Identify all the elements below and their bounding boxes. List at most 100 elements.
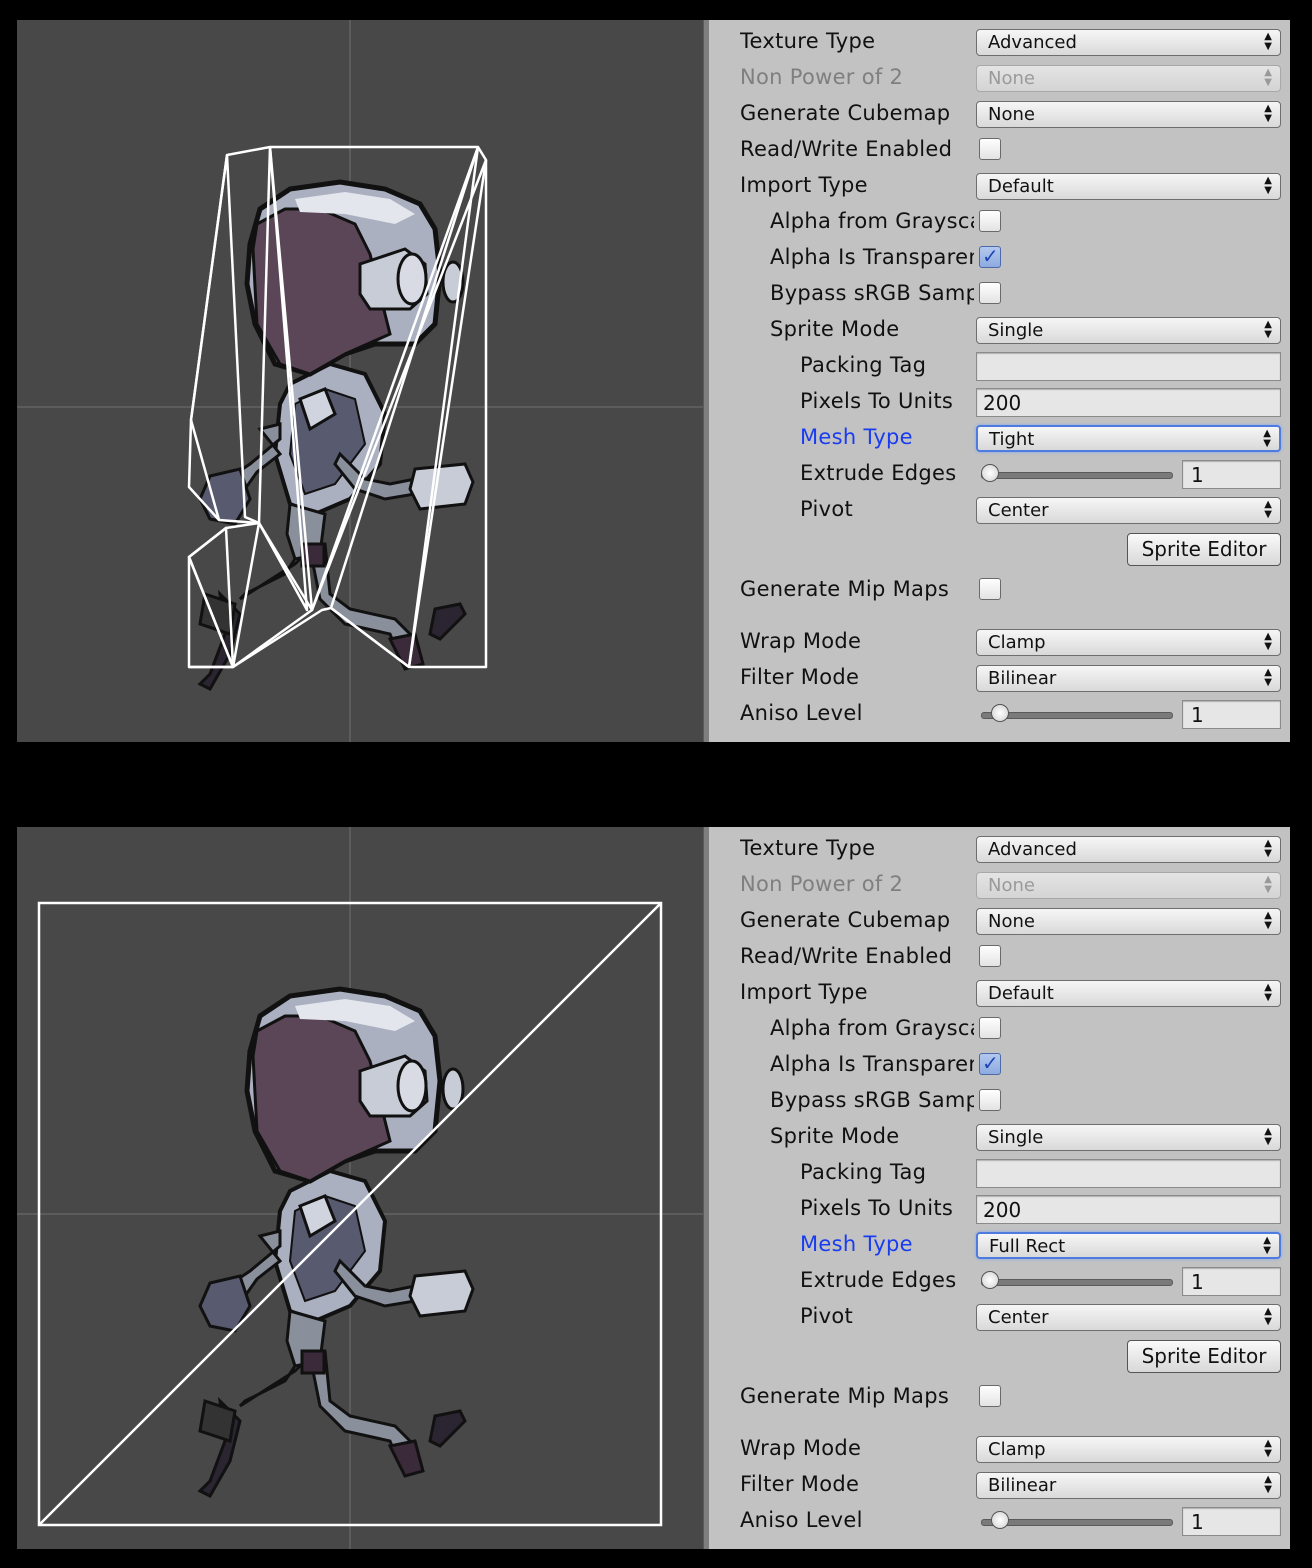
extrude-edges-input[interactable]: 1 xyxy=(1182,1267,1281,1296)
sprite-editor-button[interactable]: Sprite Editor xyxy=(1127,1340,1281,1373)
sprite-preview-viewport[interactable] xyxy=(17,20,703,742)
generate-cubemap-dropdown[interactable]: None ▲ ▼ xyxy=(976,908,1281,935)
import-type-dropdown[interactable]: Default ▲ ▼ xyxy=(976,980,1281,1007)
read-write-checkbox[interactable] xyxy=(979,138,1001,160)
alpha-is-transparency-checkbox[interactable]: ✓ xyxy=(979,1051,1001,1075)
row-alpha-from-grayscale: Alpha from Grayscale xyxy=(709,204,1290,240)
extrude-edges-input[interactable]: 1 xyxy=(1182,460,1281,489)
generate-mip-maps-checkbox[interactable] xyxy=(979,578,1001,600)
pixels-to-units-input[interactable]: 200 xyxy=(976,388,1281,417)
texture-import-inspector: Texture Type Advanced ▲ ▼ Non Power of 2 N… xyxy=(709,20,1290,742)
row-filter-mode: Filter Mode Bilinear ▲ ▼ xyxy=(709,660,1290,696)
extrude-edges-slider-knob[interactable] xyxy=(981,464,999,482)
row-packing-tag: Packing Tag xyxy=(709,1155,1290,1191)
row-import-type: Import Type Default ▲ ▼ xyxy=(709,975,1290,1011)
sprite-mode-dropdown[interactable]: Single ▲ ▼ xyxy=(976,317,1281,344)
alpha-from-grayscale-checkbox[interactable] xyxy=(979,1017,1001,1039)
texture-type-dropdown[interactable]: Advanced ▲ ▼ xyxy=(976,836,1281,863)
pivot-label: Pivot xyxy=(800,1304,854,1328)
aniso-level-label: Aniso Level xyxy=(740,1508,863,1532)
texture-type-dropdown[interactable]: Advanced ▲ ▼ xyxy=(976,29,1281,56)
row-sprite-mode: Sprite Mode Single ▲ ▼ xyxy=(709,312,1290,348)
generate-cubemap-label: Generate Cubemap xyxy=(740,908,951,932)
row-pixels-to-units: Pixels To Units 200 xyxy=(709,384,1290,420)
extrude-edges-slider[interactable] xyxy=(981,472,1173,479)
import-settings-full-rect: Texture Type Advanced ▲ ▼ Non Power of 2 N… xyxy=(0,807,1312,1549)
non-power-of-2-dropdown: None ▲ ▼ xyxy=(976,872,1281,899)
alpha-from-grayscale-label: Alpha from Grayscale xyxy=(770,209,974,233)
sprite-preview-viewport[interactable] xyxy=(17,827,703,1549)
aniso-level-slider[interactable] xyxy=(981,1519,1173,1526)
bypass-srgb-checkbox[interactable] xyxy=(979,1089,1001,1111)
row-packing-tag: Packing Tag xyxy=(709,348,1290,384)
row-wrap-mode: Wrap Mode Clamp ▲ ▼ xyxy=(709,624,1290,660)
aniso-level-label: Aniso Level xyxy=(740,701,863,725)
row-wrap-mode: Wrap Mode Clamp ▲ ▼ xyxy=(709,1431,1290,1467)
wrap-mode-label: Wrap Mode xyxy=(740,1436,862,1460)
import-settings-tight: Texture Type Advanced ▲ ▼ Non Power of 2 N… xyxy=(0,0,1312,742)
alpha-is-transparency-label: Alpha Is Transparency xyxy=(770,1052,974,1076)
pixels-to-units-input[interactable]: 200 xyxy=(976,1195,1281,1224)
updown-arrow-icon: ▲ ▼ xyxy=(1263,1235,1271,1256)
import-type-dropdown[interactable]: Default ▲ ▼ xyxy=(976,173,1281,200)
extrude-edges-label: Extrude Edges xyxy=(800,1268,957,1292)
extrude-edges-slider-knob[interactable] xyxy=(981,1271,999,1289)
non-power-of-2-label: Non Power of 2 xyxy=(740,872,904,896)
bypass-srgb-label: Bypass sRGB Sampling xyxy=(770,281,974,305)
row-generate-mip-maps: Generate Mip Maps xyxy=(709,572,1290,608)
pivot-label: Pivot xyxy=(800,497,854,521)
row-read-write: Read/Write Enabled xyxy=(709,939,1290,975)
alpha-from-grayscale-checkbox[interactable] xyxy=(979,210,1001,232)
row-generate-cubemap: Generate Cubemap None ▲ ▼ xyxy=(709,96,1290,132)
aniso-level-slider[interactable] xyxy=(981,712,1173,719)
read-write-label: Read/Write Enabled xyxy=(740,944,953,968)
row-alpha-is-transparency: Alpha Is Transparency ✓ xyxy=(709,240,1290,276)
aniso-level-slider-knob[interactable] xyxy=(991,704,1010,722)
row-filter-mode: Filter Mode Bilinear ▲ ▼ xyxy=(709,1467,1290,1503)
wrap-mode-dropdown[interactable]: Clamp ▲ ▼ xyxy=(976,1436,1281,1463)
non-power-of-2-dropdown: None ▲ ▼ xyxy=(976,65,1281,92)
wrap-mode-dropdown[interactable]: Clamp ▲ ▼ xyxy=(976,629,1281,656)
pivot-dropdown[interactable]: Center ▲ ▼ xyxy=(976,497,1281,524)
updown-arrow-icon: ▲ ▼ xyxy=(1264,982,1272,1003)
row-bypass-srgb: Bypass sRGB Sampling xyxy=(709,276,1290,312)
generate-cubemap-dropdown[interactable]: None ▲ ▼ xyxy=(976,101,1281,128)
packing-tag-input[interactable] xyxy=(976,352,1281,381)
alpha-is-transparency-label: Alpha Is Transparency xyxy=(770,245,974,269)
row-sprite-editor: Sprite Editor xyxy=(709,1340,1290,1376)
mesh-type-dropdown[interactable]: Tight ▲ ▼ xyxy=(976,425,1281,452)
aniso-level-input[interactable]: 1 xyxy=(1182,1507,1281,1536)
read-write-checkbox[interactable] xyxy=(979,945,1001,967)
extrude-edges-slider[interactable] xyxy=(981,1279,1173,1286)
sprite-editor-button[interactable]: Sprite Editor xyxy=(1127,533,1281,566)
aniso-level-input[interactable]: 1 xyxy=(1182,700,1281,729)
updown-arrow-icon: ▲ ▼ xyxy=(1264,631,1272,652)
row-texture-type: Texture Type Advanced ▲ ▼ xyxy=(709,831,1290,867)
sprite-mode-dropdown[interactable]: Single ▲ ▼ xyxy=(976,1124,1281,1151)
updown-arrow-icon: ▲ ▼ xyxy=(1264,1306,1272,1327)
row-import-type: Import Type Default ▲ ▼ xyxy=(709,168,1290,204)
pivot-dropdown[interactable]: Center ▲ ▼ xyxy=(976,1304,1281,1331)
pixels-to-units-label: Pixels To Units xyxy=(800,1196,954,1220)
updown-arrow-icon: ▲ ▼ xyxy=(1264,67,1272,88)
aniso-level-slider-knob[interactable] xyxy=(991,1511,1010,1529)
mesh-type-dropdown[interactable]: Full Rect ▲ ▼ xyxy=(976,1232,1281,1259)
texture-type-label: Texture Type xyxy=(740,836,876,860)
bypass-srgb-checkbox[interactable] xyxy=(979,282,1001,304)
updown-arrow-icon: ▲ ▼ xyxy=(1264,1438,1272,1459)
checkmark-icon: ✓ xyxy=(982,1051,999,1075)
generate-mip-maps-checkbox[interactable] xyxy=(979,1385,1001,1407)
row-sprite-mode: Sprite Mode Single ▲ ▼ xyxy=(709,1119,1290,1155)
pixels-to-units-label: Pixels To Units xyxy=(800,389,954,413)
import-type-label: Import Type xyxy=(740,980,868,1004)
updown-arrow-icon: ▲ ▼ xyxy=(1264,319,1272,340)
filter-mode-dropdown[interactable]: Bilinear ▲ ▼ xyxy=(976,1472,1281,1499)
packing-tag-input[interactable] xyxy=(976,1159,1281,1188)
row-alpha-from-grayscale: Alpha from Grayscale xyxy=(709,1011,1290,1047)
filter-mode-dropdown[interactable]: Bilinear ▲ ▼ xyxy=(976,665,1281,692)
alpha-is-transparency-checkbox[interactable]: ✓ xyxy=(979,244,1001,268)
updown-arrow-icon: ▲ ▼ xyxy=(1264,874,1272,895)
updown-arrow-icon: ▲ ▼ xyxy=(1264,31,1272,52)
updown-arrow-icon: ▲ ▼ xyxy=(1264,1126,1272,1147)
filter-mode-label: Filter Mode xyxy=(740,1472,860,1496)
